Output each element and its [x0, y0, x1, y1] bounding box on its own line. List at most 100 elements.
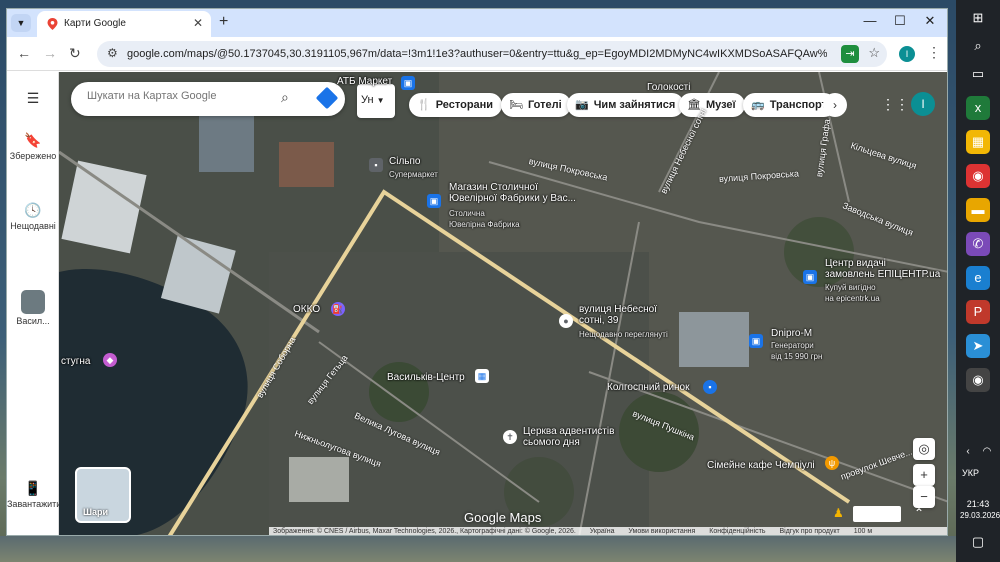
poi-dnipro-m[interactable]: Dnipro-M — [771, 328, 812, 339]
poi-nebesnoi-39[interactable]: вулиця Небесної сотні, 39 — [579, 304, 657, 326]
chrome-icon[interactable]: ◉ — [966, 164, 990, 188]
notifications-icon[interactable]: ▢ — [966, 530, 990, 554]
dnipro-pin-icon[interactable]: ▣ — [749, 334, 763, 348]
clock[interactable]: 21:43 29.03.2026 — [960, 498, 1000, 522]
zoom-in-button[interactable]: + — [913, 464, 935, 486]
chip-label: Транспорт — [769, 99, 827, 111]
chips-next-arrow-icon[interactable]: › — [823, 93, 847, 117]
desktop: ▼ Карти Google ✕ + — ☐ ✕ ← → ↻ ⚙ google.… — [0, 0, 1000, 562]
language-selector[interactable]: Ун ▼ — [357, 84, 395, 118]
maps-menu-button[interactable]: ☰ — [7, 90, 59, 107]
scale-label[interactable]: 100 м — [854, 528, 872, 535]
map-profile-avatar[interactable]: I — [911, 92, 935, 116]
excel-icon[interactable]: x — [966, 96, 990, 120]
chrome-window: ▼ Карти Google ✕ + — ☐ ✕ ← → ↻ ⚙ google.… — [6, 8, 948, 536]
zoom-out-button[interactable]: − — [913, 486, 935, 508]
new-tab-button[interactable]: + — [219, 13, 228, 31]
windows-start-icon[interactable]: ⊞ — [966, 6, 990, 30]
chip-museums[interactable]: 🏛 Музеї — [679, 93, 745, 117]
poi-okko[interactable]: ОККО — [293, 304, 320, 315]
search-icon[interactable]: ⌕ — [966, 34, 990, 58]
chip-restaurants[interactable]: 🍴 Ресторани — [409, 93, 503, 117]
expand-chevron-icon[interactable]: ⌃ — [914, 506, 924, 520]
directions-icon[interactable] — [315, 86, 339, 110]
poi-silpo[interactable]: Сільпо — [389, 156, 420, 167]
edge-icon[interactable]: e — [966, 266, 990, 290]
tab-google-maps[interactable]: Карти Google ✕ — [37, 11, 211, 37]
recent-button[interactable]: 🕓 Нещодавні — [7, 202, 59, 232]
poi-silpo-sub: Супермаркет — [389, 170, 438, 179]
browser-menu-icon[interactable]: ⋮ — [927, 44, 941, 61]
task-view-icon[interactable]: ▭ — [966, 62, 990, 86]
search-icon[interactable]: ⌕ — [281, 89, 289, 106]
grocery-pin-icon[interactable]: ▪ — [369, 158, 383, 172]
poi-stuhna[interactable]: стугна — [61, 356, 90, 367]
url-text[interactable]: google.com/maps/@50.1737045,30.3191105,9… — [127, 48, 827, 60]
terms-link[interactable]: Умови використання — [628, 528, 695, 535]
input-language[interactable]: УКР — [962, 468, 979, 478]
gas-station-pin-icon[interactable]: ⛽ — [331, 302, 345, 316]
address-bar[interactable]: ⚙ google.com/maps/@50.1737045,30.3191105… — [97, 41, 887, 67]
recent-location-pin-icon[interactable]: ● — [559, 314, 573, 328]
store-icon[interactable]: ▦ — [966, 130, 990, 154]
maximize-button[interactable]: ☐ — [887, 13, 913, 29]
satellite-map[interactable]: ⌕ Ун ▼ 🍴 Ресторани 🛏 Готелі 📷 Чим зайнятися… — [59, 72, 947, 535]
shop-pin-icon[interactable]: ▣ — [401, 76, 415, 90]
saved-button[interactable]: 🔖 Збережено — [7, 132, 59, 162]
maps-side-rail: ☰ 🔖 Збережено 🕓 Нещодавні Васил... 📱 Зав… — [7, 72, 69, 535]
poi-vasylkiv-center[interactable]: Васильків-Центр — [387, 372, 465, 383]
wifi-icon[interactable]: ◠ — [980, 440, 994, 464]
back-arrow-icon[interactable]: ← — [17, 45, 31, 61]
poi-epicentr[interactable]: Центр видачі замовлень ЕПІЦЕНТР.ua — [825, 258, 940, 280]
chip-label: Чим зайнятися — [593, 99, 676, 111]
layers-button[interactable]: Шари — [75, 467, 131, 523]
privacy-link[interactable]: Конфіденційність — [709, 528, 765, 535]
chip-things-to-do[interactable]: 📷 Чим зайнятися — [567, 93, 685, 117]
poi-adventist-church[interactable]: Церква адвентистів сьомого дня — [523, 426, 614, 448]
poi-jewelry-store[interactable]: Магазин Столичної Ювелірної Фабрики у Ва… — [449, 182, 576, 204]
chip-transport[interactable]: 🚌 Транспорт — [743, 93, 836, 117]
close-window-button[interactable]: ✕ — [917, 13, 943, 29]
feedback-link[interactable]: Відгук про продукт — [780, 528, 840, 535]
poi-kolhosp-market[interactable]: Колгоспний ринок — [607, 382, 690, 393]
site-info-icon[interactable]: ⚙ — [107, 46, 118, 60]
pegman-icon[interactable]: ♟ — [833, 506, 847, 524]
viber-icon[interactable]: ✆ — [966, 232, 990, 256]
search-input[interactable] — [87, 90, 277, 102]
recent-place-button[interactable]: Васил... — [7, 290, 59, 327]
region-link[interactable]: Україна — [590, 528, 615, 535]
jewelry-pin-icon[interactable]: ▣ — [427, 194, 441, 208]
recreation-pin-icon[interactable]: ◆ — [103, 353, 117, 367]
phone-icon: 📱 — [24, 480, 42, 496]
profile-avatar[interactable]: I — [899, 46, 915, 62]
search-box[interactable]: ⌕ — [71, 82, 345, 116]
minimize-button[interactable]: — — [857, 13, 883, 28]
epicentr-pin-icon[interactable]: ▣ — [803, 270, 817, 284]
history-icon: 🕓 — [24, 202, 42, 218]
close-tab-icon[interactable]: ✕ — [193, 16, 203, 30]
forward-arrow-icon[interactable]: → — [43, 45, 57, 61]
imagery-thumbnails[interactable] — [853, 506, 901, 522]
poi-holokosty[interactable]: Голокості — [647, 82, 690, 93]
recent-place-label: Васил... — [16, 316, 50, 326]
chrome-active-icon[interactable]: ◉ — [966, 368, 990, 392]
poi-family-cafe[interactable]: Сімейне кафе Чемпіулі — [707, 460, 815, 471]
church-pin-icon[interactable]: ✝ — [503, 430, 517, 444]
poi-dnipro-sub: Генератори від 15 990 грн — [771, 341, 823, 361]
reload-icon[interactable]: ↻ — [69, 45, 81, 62]
my-location-icon[interactable]: ◎ — [913, 438, 935, 460]
powerpoint-icon[interactable]: P — [966, 300, 990, 324]
tab-search-button[interactable]: ▼ — [11, 14, 31, 32]
file-explorer-icon[interactable]: ▬ — [966, 198, 990, 222]
chip-hotels[interactable]: 🛏 Готелі — [501, 93, 571, 117]
extension-icon[interactable]: ⇥ — [841, 45, 859, 63]
poi-atb[interactable]: АТБ Маркет — [337, 76, 392, 87]
telegram-icon[interactable]: ➤ — [966, 334, 990, 358]
tray-chevron-icon[interactable]: ‹ — [962, 440, 974, 464]
install-app-button[interactable]: 📱 Завантажити... — [7, 480, 69, 510]
market-pin-icon[interactable]: ▪ — [703, 380, 717, 394]
train-station-pin-icon[interactable]: ▦ — [475, 369, 489, 383]
bookmark-star-icon[interactable]: ☆ — [868, 45, 880, 61]
cafe-pin-icon[interactable]: ψ — [825, 456, 839, 470]
google-maps-icon — [47, 18, 58, 30]
